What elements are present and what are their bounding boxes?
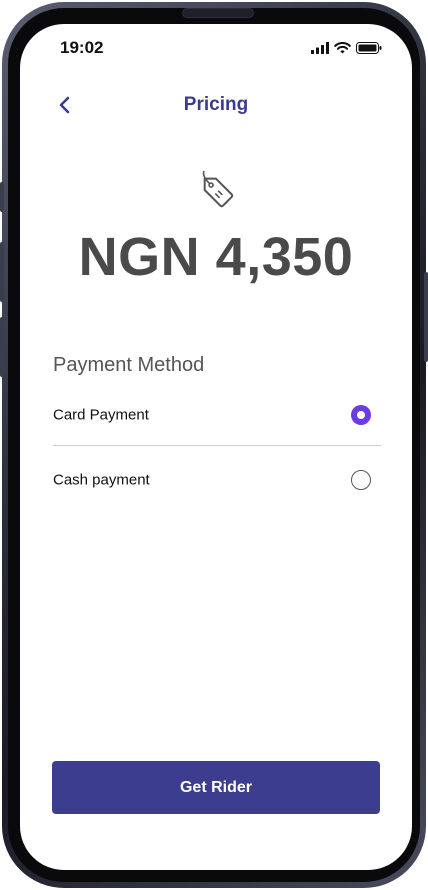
- price-tag-icon: [202, 170, 234, 208]
- price-amount: NGN 4,350: [78, 227, 354, 287]
- volume-down-button: [0, 317, 4, 377]
- cash-payment-option[interactable]: Cash payment: [53, 455, 381, 505]
- battery-icon: [356, 42, 382, 54]
- speaker-grille: [182, 8, 254, 18]
- get-rider-button[interactable]: Get Rider: [52, 761, 380, 814]
- volume-up-button: [0, 242, 4, 302]
- card-payment-option[interactable]: Card Payment: [53, 390, 381, 440]
- mute-switch: [0, 182, 4, 212]
- signal-icon: [311, 42, 329, 54]
- wifi-icon: [334, 42, 351, 54]
- screen: 19:02 Pricing NGN 4,350 Payment Method C…: [20, 24, 412, 870]
- status-bar: 19:02: [20, 24, 412, 74]
- card-payment-label: Card Payment: [53, 406, 149, 424]
- card-payment-radio[interactable]: [351, 405, 371, 425]
- option-divider: [53, 445, 381, 446]
- status-icons: [311, 42, 382, 54]
- power-button: [424, 272, 428, 362]
- page-title: Pricing: [183, 94, 249, 115]
- phone-frame: 19:02 Pricing NGN 4,350 Payment Method C…: [0, 2, 428, 888]
- payment-method-heading: Payment Method: [53, 354, 205, 376]
- status-time: 19:02: [60, 38, 104, 57]
- cash-payment-radio[interactable]: [351, 470, 371, 490]
- header: Pricing: [20, 86, 412, 126]
- cash-payment-label: Cash payment: [53, 471, 150, 489]
